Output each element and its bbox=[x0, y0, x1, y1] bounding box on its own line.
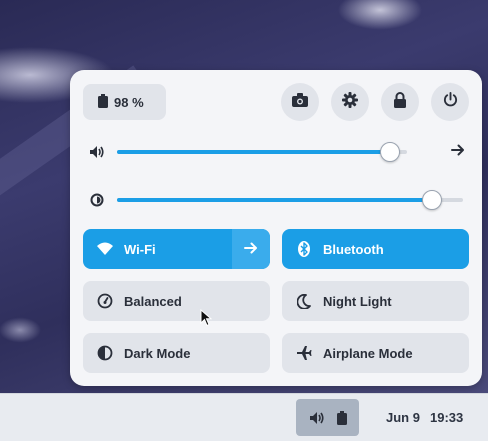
bluetooth-icon bbox=[295, 240, 313, 258]
contrast-icon bbox=[96, 344, 114, 362]
battery-icon bbox=[336, 410, 347, 425]
camera-icon bbox=[292, 92, 308, 112]
power-icon bbox=[443, 92, 458, 112]
dark-mode-toggle-label: Dark Mode bbox=[124, 345, 191, 361]
volume-slider-handle[interactable] bbox=[379, 142, 400, 162]
night-light-toggle[interactable]: Night Light bbox=[282, 281, 469, 321]
bluetooth-toggle-label: Bluetooth bbox=[323, 241, 384, 257]
gear-icon bbox=[342, 91, 358, 113]
dark-mode-toggle[interactable]: Dark Mode bbox=[83, 333, 270, 373]
speedometer-icon bbox=[96, 292, 114, 310]
airplane-icon bbox=[295, 344, 313, 362]
brightness-row bbox=[83, 188, 469, 212]
volume-slider[interactable] bbox=[117, 142, 407, 162]
lock-button[interactable] bbox=[381, 83, 419, 121]
taskbar: Jun 9 19:33 bbox=[0, 393, 488, 441]
brightness-slider[interactable] bbox=[117, 190, 463, 210]
clock-date[interactable]: Jun 9 bbox=[386, 410, 420, 425]
brightness-icon bbox=[89, 192, 105, 213]
brightness-slider-handle[interactable] bbox=[421, 190, 442, 210]
lock-icon bbox=[393, 91, 407, 113]
battery-percent-label: 98 % bbox=[114, 94, 144, 110]
power-mode-toggle[interactable]: Balanced bbox=[83, 281, 270, 321]
arrow-right-icon bbox=[244, 242, 258, 257]
quick-settings-panel: 98 % Wi-Fi Bluetooth Balanced Night Ligh… bbox=[70, 70, 482, 386]
speaker-icon bbox=[309, 410, 325, 426]
clock-time[interactable]: 19:33 bbox=[430, 410, 463, 425]
mouse-cursor-icon bbox=[200, 308, 213, 332]
battery-status-button[interactable]: 98 % bbox=[83, 84, 166, 120]
wifi-toggle[interactable]: Wi-Fi bbox=[83, 229, 270, 269]
speaker-icon bbox=[89, 144, 105, 165]
airplane-mode-toggle-label: Airplane Mode bbox=[323, 345, 413, 361]
audio-output-menu-button[interactable] bbox=[447, 142, 469, 162]
bluetooth-toggle[interactable]: Bluetooth bbox=[282, 229, 469, 269]
power-button[interactable] bbox=[431, 83, 469, 121]
wifi-icon bbox=[96, 240, 114, 258]
arrow-right-icon bbox=[451, 143, 465, 161]
wifi-toggle-label: Wi-Fi bbox=[124, 241, 156, 257]
brightness-slider-fill bbox=[117, 198, 432, 202]
night-light-toggle-label: Night Light bbox=[323, 293, 392, 309]
wifi-menu-button[interactable] bbox=[232, 229, 270, 269]
settings-button[interactable] bbox=[331, 83, 369, 121]
system-tray-button[interactable] bbox=[296, 399, 359, 436]
volume-row bbox=[83, 140, 469, 164]
moon-icon bbox=[295, 292, 313, 310]
airplane-mode-toggle[interactable]: Airplane Mode bbox=[282, 333, 469, 373]
battery-icon bbox=[98, 93, 108, 111]
power-mode-toggle-label: Balanced bbox=[124, 293, 182, 309]
volume-slider-fill bbox=[117, 150, 390, 154]
screenshot-button[interactable] bbox=[281, 83, 319, 121]
